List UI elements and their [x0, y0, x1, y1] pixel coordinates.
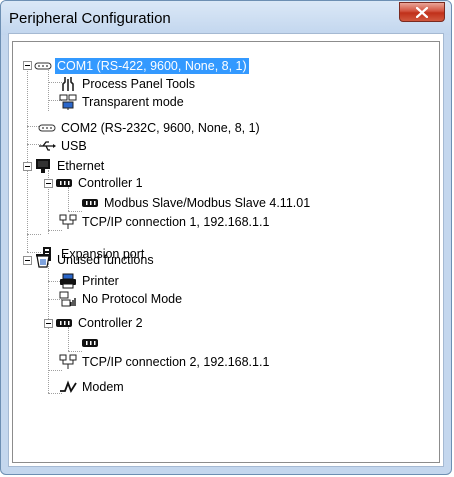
tree-item-controller-2[interactable]: Controller 2	[55, 314, 145, 331]
peripheral-tree[interactable]: COM1 (RS-422, 9600, None, 8, 1) Process …	[12, 41, 440, 463]
controller-icon	[55, 314, 73, 331]
dialog-body: COM1 (RS-422, 9600, None, 8, 1) Process …	[8, 33, 444, 467]
usb-icon	[38, 137, 56, 154]
collapse-toggle-ethernet[interactable]	[23, 162, 32, 171]
network-icon	[59, 213, 77, 230]
device-icon	[81, 194, 99, 211]
close-button[interactable]	[399, 2, 445, 22]
tree-item-modem[interactable]: Modem	[59, 378, 126, 395]
unused-functions-icon	[34, 251, 52, 268]
tree-item-usb[interactable]: USB	[38, 137, 89, 154]
tree-item-modbus-slave[interactable]: Modbus Slave/Modbus Slave 4.11.01	[81, 194, 312, 211]
tools-icon	[59, 75, 77, 92]
tree-item-unnamed-device[interactable]	[81, 334, 106, 351]
tree-item-ethernet[interactable]: Ethernet	[34, 157, 106, 174]
serial-port-icon	[38, 119, 56, 136]
network-computer-icon	[59, 93, 77, 110]
tree-item-no-protocol-mode[interactable]: No Protocol Mode	[59, 290, 184, 307]
tree-item-label: COM2 (RS-232C, 9600, None, 8, 1)	[61, 120, 260, 135]
ethernet-icon	[34, 157, 52, 174]
tree-item-label: TCP/IP connection 1, 192.168.1.1	[82, 214, 270, 229]
window-title: Peripheral Configuration	[9, 10, 171, 27]
tree-item-label: Controller 1	[78, 175, 143, 190]
controller-icon	[55, 174, 73, 191]
tree-item-tcpip-connection-1[interactable]: TCP/IP connection 1, 192.168.1.1	[59, 213, 271, 230]
tree-item-label: Ethernet	[57, 158, 105, 173]
tree-item-label: Modem	[82, 379, 124, 394]
tree-item-label: Controller 2	[78, 315, 143, 330]
tree-item-label: No Protocol Mode	[82, 291, 183, 306]
tree-item-tcpip-connection-2[interactable]: TCP/IP connection 2, 192.168.1.1	[59, 353, 271, 370]
modem-icon	[59, 378, 77, 395]
tree-item-label: Process Panel Tools	[82, 76, 196, 91]
tree-item-process-panel-tools[interactable]: Process Panel Tools	[59, 75, 197, 92]
collapse-toggle-com1[interactable]	[23, 61, 32, 70]
tree-item-com2[interactable]: COM2 (RS-232C, 9600, None, 8, 1)	[38, 119, 262, 136]
tree-item-label: TCP/IP connection 2, 192.168.1.1	[82, 354, 270, 369]
tree-item-controller-1[interactable]: Controller 1	[55, 174, 145, 191]
tree-item-label: Unused functions	[57, 252, 154, 267]
collapse-toggle-unused-functions[interactable]	[23, 256, 32, 265]
tree-item-label: Printer	[82, 273, 119, 288]
no-protocol-icon	[59, 290, 77, 307]
network-icon	[59, 353, 77, 370]
tree-item-unused-functions[interactable]: Unused functions	[34, 251, 156, 268]
collapse-toggle-controller-2[interactable]	[44, 319, 53, 328]
printer-icon	[59, 272, 77, 289]
tree-item-printer[interactable]: Printer	[59, 272, 121, 289]
device-icon	[81, 334, 99, 351]
tree-item-label: Transparent mode	[82, 94, 184, 109]
title-bar[interactable]: Peripheral Configuration	[1, 1, 451, 35]
close-icon	[416, 6, 428, 18]
collapse-toggle-controller-1[interactable]	[44, 179, 53, 188]
tree-item-label: Modbus Slave/Modbus Slave 4.11.01	[104, 195, 311, 210]
tree-item-label: USB	[61, 138, 87, 153]
serial-port-icon	[34, 57, 52, 74]
tree-item-com1[interactable]: COM1 (RS-422, 9600, None, 8, 1)	[34, 57, 249, 74]
peripheral-configuration-window: Peripheral Configuration COM1 (RS-422, 9…	[0, 0, 452, 475]
tree-item-label: COM1 (RS-422, 9600, None, 8, 1)	[55, 57, 249, 74]
tree-item-transparent-mode[interactable]: Transparent mode	[59, 93, 186, 110]
